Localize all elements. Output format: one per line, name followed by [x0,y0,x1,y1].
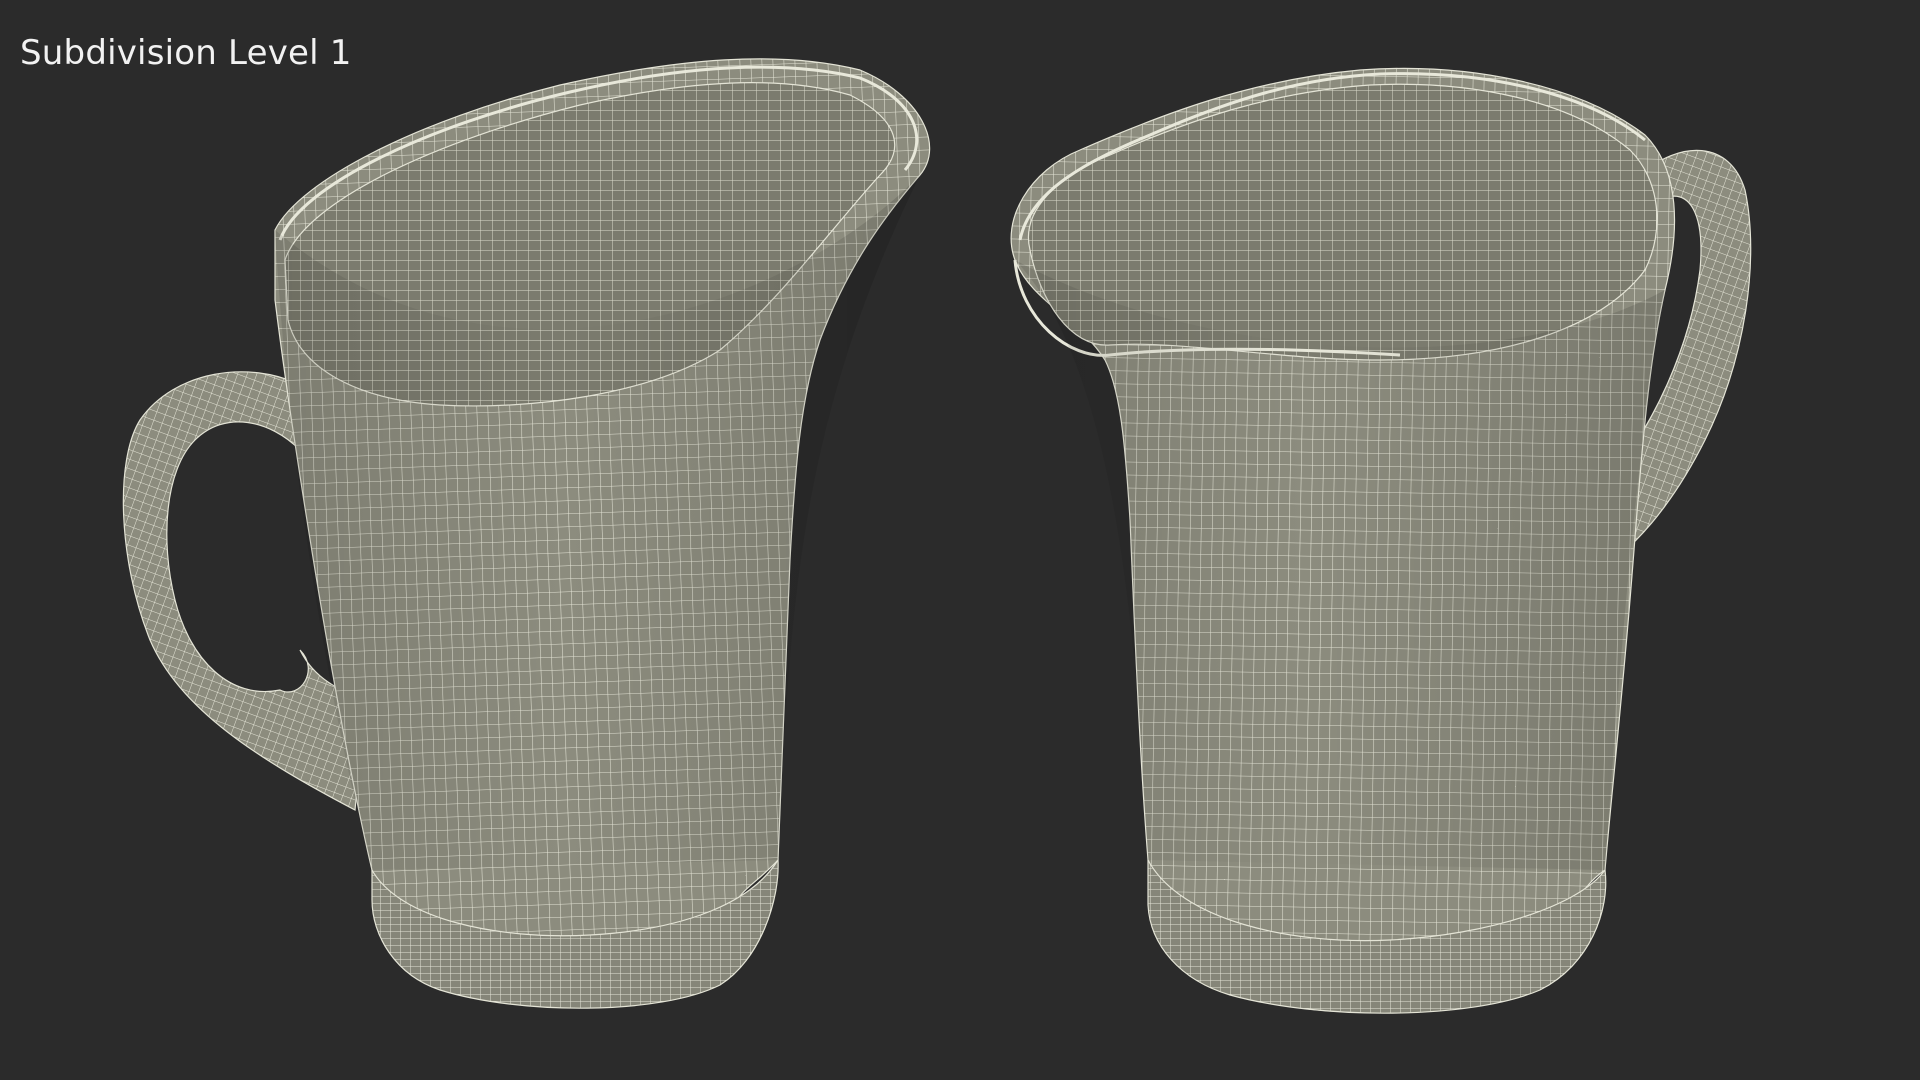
render-viewport: Subdivision Level 1 [0,0,1920,1080]
right-pitcher [1010,67,1752,1014]
wireframe-render [122,58,1752,1014]
left-pitcher [122,58,931,1009]
